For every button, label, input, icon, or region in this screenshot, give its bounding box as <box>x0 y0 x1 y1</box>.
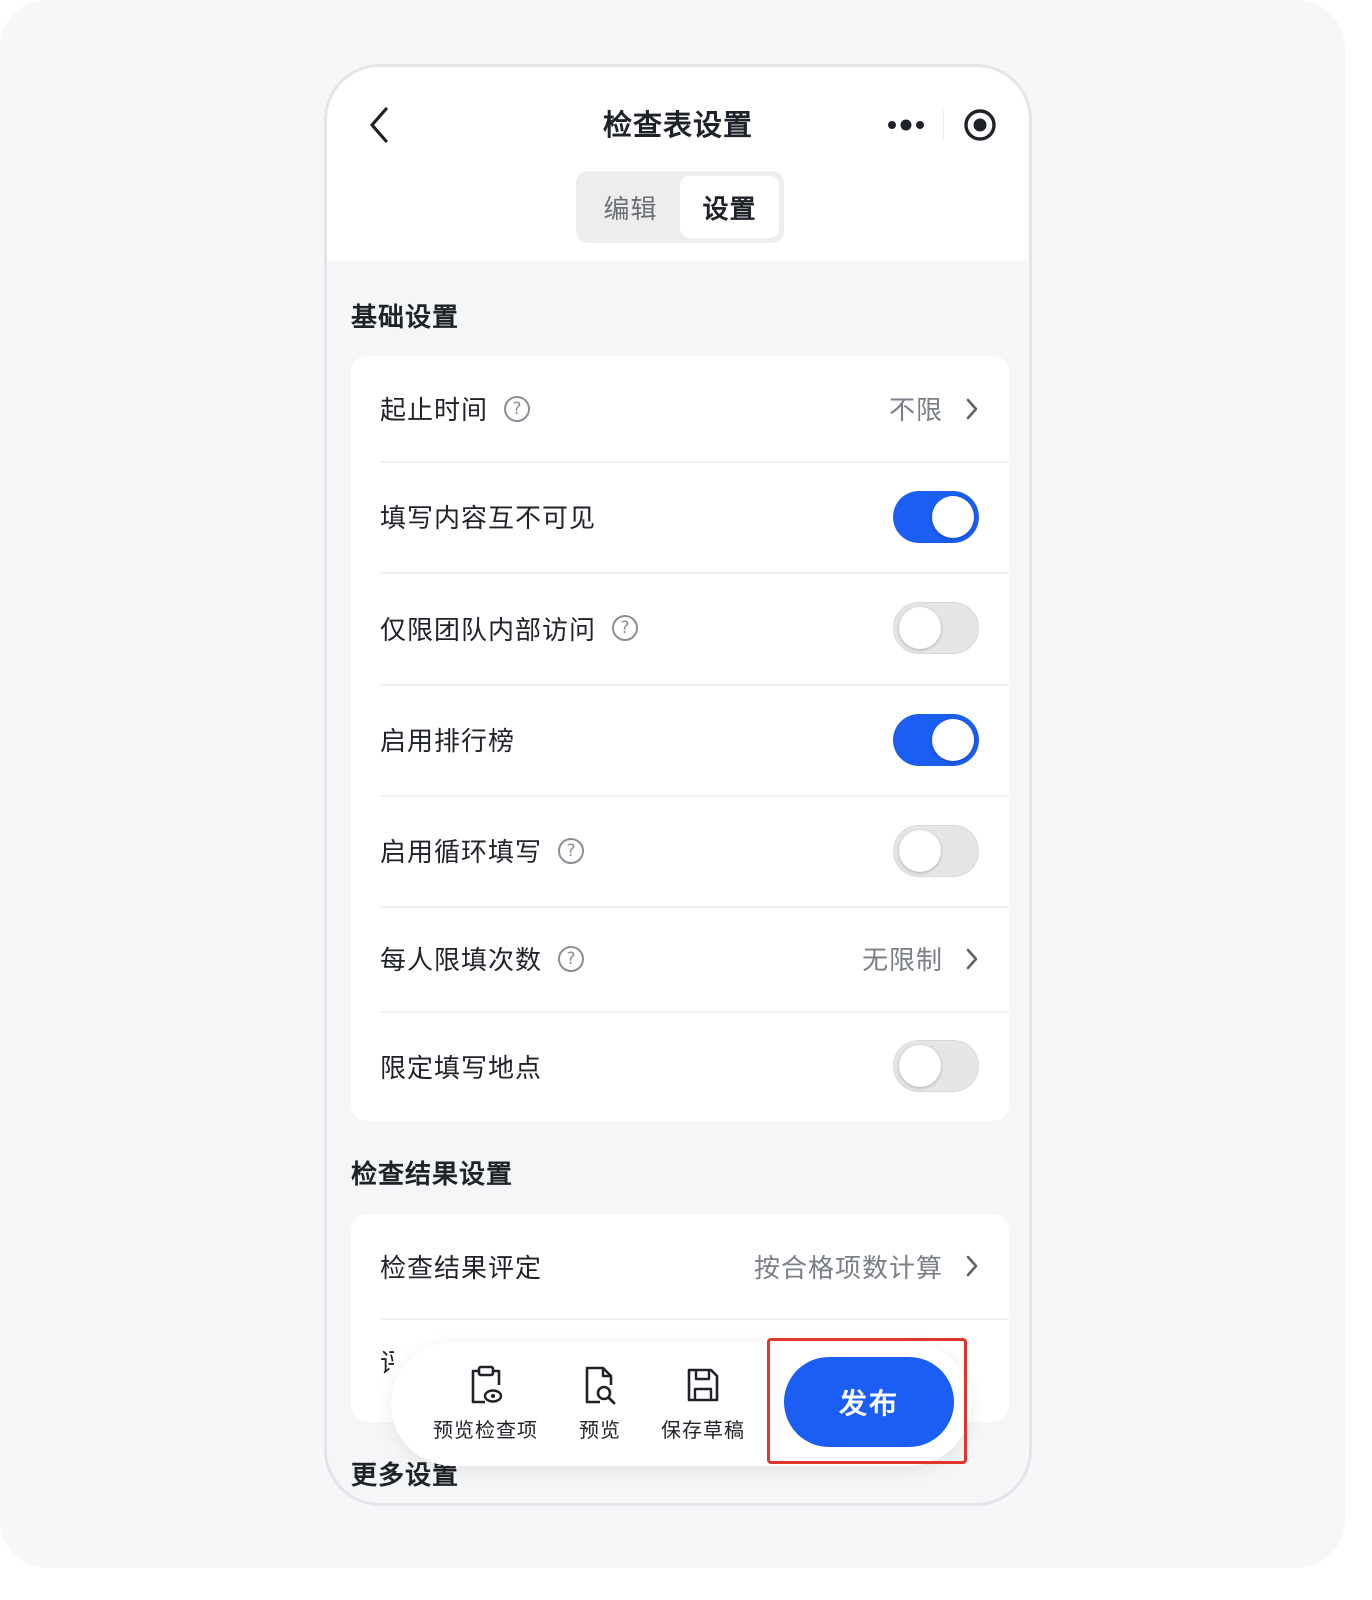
content-invisible-row: 填写内容互不可见 <box>351 461 1009 572</box>
chevron-right-icon <box>965 398 979 420</box>
loop-fill-label: 启用循环填写 <box>380 838 543 868</box>
document-search-icon <box>583 1364 617 1406</box>
content-invisible-toggle[interactable] <box>893 490 979 543</box>
save-draft-label: 保存草稿 <box>661 1418 745 1442</box>
toggle-knob <box>932 718 974 761</box>
location-limit-label: 限定填写地点 <box>380 1053 543 1084</box>
evaluation-value: 按合格项数计算 <box>753 1253 943 1284</box>
toggle-knob <box>899 607 941 649</box>
leaderboard-label: 启用排行榜 <box>380 727 516 757</box>
leaderboard-toggle[interactable] <box>893 713 979 766</box>
per-person-limit-label: 每人限填次数 <box>380 946 543 976</box>
floppy-disk-icon <box>685 1364 721 1406</box>
basic-settings-heading: 基础设置 <box>351 303 460 333</box>
publish-button[interactable]: 发布 <box>784 1357 954 1447</box>
toggle-knob <box>932 495 974 538</box>
help-icon[interactable]: ? <box>558 837 585 864</box>
leaderboard-row: 启用排行榜 <box>351 684 1009 795</box>
location-limit-row: 限定填写地点 <box>351 1011 1009 1121</box>
more-dots-icon <box>887 119 924 131</box>
help-icon[interactable]: ? <box>612 615 639 641</box>
toggle-knob <box>899 829 941 872</box>
top-navigation: 检查表设置 编辑 设置 <box>327 67 1029 261</box>
close-target-button[interactable] <box>944 97 1018 153</box>
evaluation-row[interactable]: 检查结果评定 按合格项数计算 <box>351 1214 1009 1318</box>
loop-fill-row: 启用循环填写 ? <box>351 795 1009 906</box>
chevron-right-icon <box>965 1255 979 1277</box>
team-only-row: 仅限团队内部访问 ? <box>351 572 1009 684</box>
location-limit-toggle[interactable] <box>893 1040 979 1092</box>
start-end-time-value: 不限 <box>888 396 943 426</box>
per-person-limit-value: 无限制 <box>861 946 943 976</box>
tab-edit[interactable]: 编辑 <box>581 176 680 238</box>
chevron-right-icon <box>965 948 979 970</box>
content-invisible-label: 填写内容互不可见 <box>380 504 597 534</box>
mini-program-capsule <box>869 97 1017 153</box>
preview-button[interactable]: 预览 <box>579 1364 621 1443</box>
team-only-label: 仅限团队内部访问 <box>380 615 597 646</box>
clipboard-eye-icon <box>469 1364 503 1406</box>
help-icon[interactable]: ? <box>558 945 585 972</box>
team-only-toggle[interactable] <box>893 602 979 654</box>
loop-fill-toggle[interactable] <box>893 824 979 877</box>
phone-screen: 检查表设置 编辑 设置 基础设置 起止时间 ? 不限 填写内容互不可见 仅限团队… <box>324 64 1032 1506</box>
more-button[interactable] <box>869 97 943 153</box>
preview-items-button[interactable]: 预览检查项 <box>433 1364 538 1443</box>
result-settings-heading: 检查结果设置 <box>351 1160 514 1190</box>
segmented-tabs: 编辑 设置 <box>576 171 784 243</box>
evaluation-label: 检查结果评定 <box>380 1253 543 1284</box>
start-end-time-label: 起止时间 <box>380 396 489 426</box>
preview-items-label: 预览检查项 <box>433 1418 538 1442</box>
target-circle-icon <box>964 109 996 141</box>
basic-settings-card: 起止时间 ? 不限 填写内容互不可见 仅限团队内部访问 ? 启用排行榜 启用循环… <box>351 356 1009 1121</box>
toggle-knob <box>899 1045 941 1087</box>
per-person-limit-row[interactable]: 每人限填次数 ? 无限制 <box>351 906 1009 1011</box>
preview-label: 预览 <box>579 1418 621 1442</box>
save-draft-button[interactable]: 保存草稿 <box>661 1364 745 1443</box>
help-icon[interactable]: ? <box>504 395 531 422</box>
tab-settings[interactable]: 设置 <box>680 176 779 238</box>
start-end-time-row[interactable]: 起止时间 ? 不限 <box>351 356 1009 461</box>
partially-hidden-label: 评 <box>380 1343 394 1380</box>
